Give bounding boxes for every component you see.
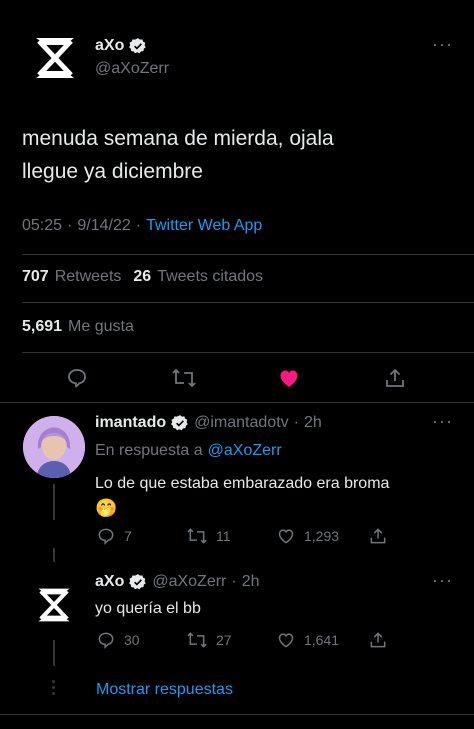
divider [0,402,474,403]
retweet-count: 11 [216,528,231,544]
share-icon[interactable] [368,526,388,546]
quotes-label[interactable]: Tweets citados [157,268,263,286]
reply-count: 30 [124,632,140,648]
thread-line [53,484,55,520]
retweets-count[interactable]: 707 [22,268,49,286]
retweet-icon [187,528,207,544]
likes-label[interactable]: Me gusta [68,318,134,336]
more-options-icon[interactable]: ··· [432,34,453,55]
reply-context: En respuesta a @aXoZerr [95,442,282,460]
retweet-action[interactable]: 11 [186,526,231,546]
tweet-stats: 707 Retweets 26 Tweets citados [22,268,263,286]
tweet-time[interactable]: 05:25 [22,217,62,235]
divider [22,352,474,353]
verified-badge-icon [129,38,147,54]
avatar[interactable] [31,582,77,628]
divider [0,714,474,715]
tweet-age[interactable]: 2h [304,414,322,432]
avatar[interactable] [27,30,83,86]
verified-badge-icon [129,574,147,590]
divider [22,302,474,303]
tweet-text: Lo de que estaba embarazado era broma 🤭 [95,475,390,518]
axo-logo-icon [36,38,74,78]
show-replies-link[interactable]: Mostrar respuestas [96,681,233,699]
more-options-icon[interactable]: ··· [432,570,453,591]
thread-dots [52,680,55,695]
like-action[interactable]: 1,293 [276,526,339,546]
reply-icon [98,528,114,545]
tweet-source[interactable]: Twitter Web App [146,217,262,235]
like-icon[interactable] [277,366,301,390]
heart-icon [278,633,294,648]
like-action[interactable]: 1,641 [276,630,339,650]
likes-count[interactable]: 5,691 [22,318,62,336]
tweet-text: yo quería el bb [95,600,201,617]
author-handle[interactable]: @imantadotv [194,414,289,432]
axo-logo-icon [38,588,70,622]
author-name[interactable]: aXo [95,573,124,591]
retweet-count: 27 [216,632,232,648]
divider [22,254,474,255]
share-icon[interactable] [383,366,407,390]
thread-line [53,548,55,562]
reply-icon[interactable] [65,366,89,390]
thread-line [53,640,55,666]
reply-action[interactable]: 7 [96,526,132,546]
tweet-age[interactable]: 2h [242,573,260,591]
retweet-action[interactable]: 27 [186,630,232,650]
likes-stats: 5,691 Me gusta [22,318,134,336]
avatar-image-icon [23,416,85,478]
author-name[interactable]: aXo [95,37,124,55]
emoji: 🤭 [95,498,118,518]
author-handle[interactable]: @aXoZerr [95,60,169,78]
reply-icon [98,632,114,649]
heart-icon [278,529,294,544]
more-options-icon[interactable]: ··· [432,411,453,432]
avatar[interactable] [23,416,85,478]
quotes-count[interactable]: 26 [133,268,151,286]
author-name[interactable]: imantado [95,414,166,432]
tweet-date[interactable]: 9/14/22 [77,217,130,235]
reply-to-link[interactable]: @aXoZerr [208,442,282,460]
share-icon[interactable] [368,630,388,650]
like-count: 1,293 [304,528,340,544]
reply-count: 7 [124,528,132,544]
retweets-label[interactable]: Retweets [55,268,122,286]
verified-badge-icon [171,415,188,431]
retweet-icon[interactable] [171,366,197,390]
tweet-meta: 05:25 · 9/14/22 · Twitter Web App [22,217,263,235]
reply-action[interactable]: 30 [96,630,140,650]
retweet-icon [187,632,207,648]
like-count: 1,641 [304,632,340,648]
author-handle[interactable]: @aXoZerr [152,573,226,591]
tweet-text: menuda semana de mierda, ojala llegue ya… [22,127,334,183]
